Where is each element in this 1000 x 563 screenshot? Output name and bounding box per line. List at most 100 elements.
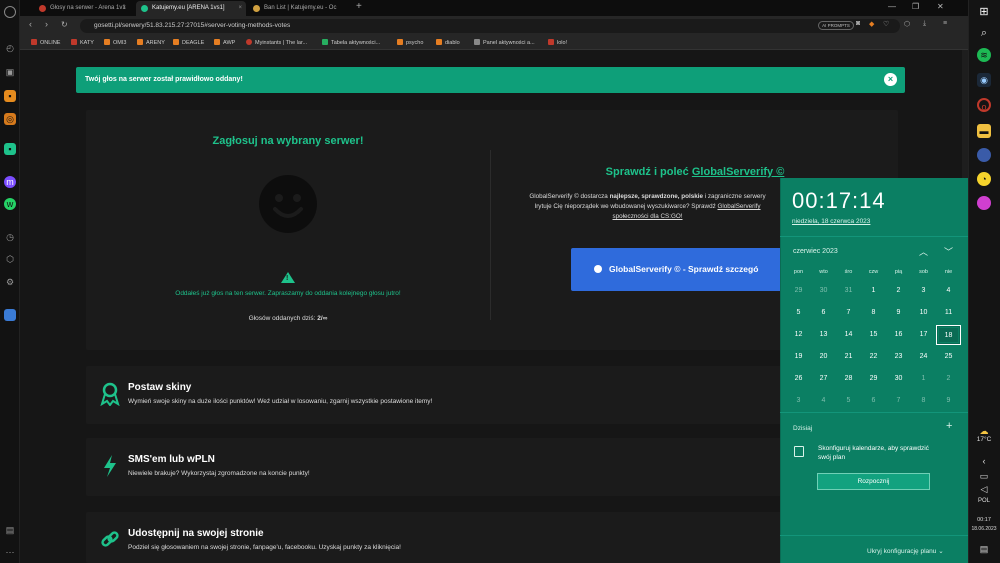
calendar-day[interactable]: 24 [911,347,936,367]
wallet-icon[interactable]: ▣ [4,66,16,78]
file-explorer-icon[interactable]: ▬ [977,124,991,138]
bookmark-item[interactable]: AWP [214,39,235,46]
steam-icon[interactable]: ◉ [977,73,991,87]
snapchat-icon[interactable]: ◔ [977,172,991,186]
instagram-icon[interactable]: ◎ [4,113,16,125]
more-icon[interactable]: ⋯ [4,546,16,558]
volume-icon[interactable]: ◁ [977,482,991,496]
bookmark-item[interactable]: KATY [71,39,94,46]
spotify-icon[interactable]: ≋ [977,48,991,62]
messenger-icon[interactable]: m [4,176,16,188]
chevron-up-icon[interactable]: ‹ [977,454,991,468]
menu-icon[interactable]: ≡ [943,20,947,27]
new-tab-button[interactable]: + [356,1,362,12]
calendar-day[interactable]: 10 [911,303,936,323]
bookmark-item[interactable]: ARENY [137,39,165,46]
chevron-down-icon[interactable]: ﹀ [944,245,953,258]
bookmark-item[interactable]: ONLINE [31,39,60,46]
calendar-day[interactable]: 23 [886,347,911,367]
feature-share[interactable]: Udostępnij na swojej stronie Podziel się… [86,512,898,563]
bookmark-item[interactable]: Myinstants | The lar... [246,39,307,46]
forward-icon[interactable]: › [45,19,48,29]
taskbar-clock-time[interactable]: 00:17 [968,517,1000,523]
close-window-icon[interactable]: ✕ [937,2,944,11]
calendar-month[interactable]: czerwiec 2023 [793,248,838,255]
app-icon[interactable] [4,309,16,321]
calendar-day[interactable]: 17 [911,325,936,345]
close-alert-icon[interactable]: × [884,73,897,86]
extensions-icon[interactable]: ⬡ [904,20,910,28]
start-button[interactable]: Rozpocznij [817,473,930,490]
tab-katujemy[interactable]: Katujemy.eu [ARENA 1vs1] × [136,1,246,16]
calendar-day[interactable]: 6 [811,303,836,323]
opera-gx-icon[interactable]: o [977,98,991,112]
bookmark-item[interactable]: lolo! [548,39,567,46]
bookmark-icon[interactable]: ♡ [883,20,889,28]
speed-dial-icon[interactable]: ◴ [4,42,16,54]
address-bar[interactable]: gosetti.pl/serwery/51.83.215.27:27015#se… [80,19,900,33]
minimize-icon[interactable]: — [888,2,896,11]
hide-plan-link[interactable]: Ukryj konfigurację planu ⌄ [867,547,944,555]
calendar-day[interactable]: 9 [886,303,911,323]
twitch-icon[interactable]: ▪ [4,90,16,102]
calendar-day[interactable]: 20 [811,347,836,367]
calendar-day[interactable]: 12 [786,325,811,345]
calendar-day[interactable]: 1 [911,369,936,389]
browser-logo-icon[interactable] [4,6,16,18]
calendar-day[interactable]: 2 [936,369,961,389]
extension-icon[interactable]: ▪ [4,143,16,155]
calendar-day[interactable]: 29 [861,369,886,389]
network-icon[interactable]: ▭ [977,469,991,483]
notifications-icon[interactable]: ▤ [977,542,991,556]
gallery-icon[interactable]: ▤ [4,524,16,536]
bookmark-item[interactable]: Panel aktywności a... [474,39,535,46]
globalserverify-desc-link[interactable]: GlobalServerify [718,203,761,210]
calendar-day[interactable]: 5 [836,391,861,411]
close-tab-icon[interactable]: × [238,1,242,16]
calendar-day[interactable]: 14 [836,325,861,345]
bookmark-item[interactable]: Tabela aktywności... [322,39,380,46]
calendar-day[interactable]: 8 [861,303,886,323]
calendar-day[interactable]: 5 [786,303,811,323]
maximize-icon[interactable]: ❐ [912,2,919,11]
calendar-day[interactable]: 3 [786,391,811,411]
calendar-date-link[interactable]: niedziela, 18 czerwca 2023 [792,218,870,225]
weather-temp[interactable]: 17°C [968,436,1000,443]
calendar-day[interactable]: 16 [886,325,911,345]
calendar-day[interactable]: 7 [886,391,911,411]
settings-icon[interactable]: ⚙ [4,276,16,288]
language-indicator[interactable]: POL [968,498,1000,504]
add-event-icon[interactable]: + [946,420,952,432]
camera-icon[interactable]: ◙ [856,20,860,27]
calendar-day[interactable]: 13 [811,325,836,345]
calendar-day[interactable]: 9 [936,391,961,411]
download-icon[interactable]: ⤓ [923,20,926,28]
reload-icon[interactable]: ↻ [61,20,68,29]
calendar-day[interactable]: 15 [861,325,886,345]
bookmark-item[interactable]: OMI3 [104,39,126,46]
app-icon-2[interactable] [977,196,991,210]
tab-banlist[interactable]: Ban List | Katujemy.eu - Oc [248,1,352,16]
chevron-up-icon[interactable]: ︿ [919,245,928,258]
search-icon[interactable]: ⌕ [977,26,991,40]
calendar-day[interactable]: 30 [886,369,911,389]
calendar-day[interactable]: 1 [861,281,886,301]
calendar-day[interactable]: 7 [836,303,861,323]
calendar-day[interactable]: 21 [836,347,861,367]
calendar-day[interactable]: 28 [836,369,861,389]
calendar-day[interactable]: 27 [811,369,836,389]
feature-sms[interactable]: SMS'em lub wPLN Niewiele brakuje? Wykorz… [86,438,898,496]
close-tab-icon[interactable]: × [122,1,126,16]
globalserverify-button[interactable]: GlobalServerify © - Sprawdź szczegó [571,248,791,291]
windows-start-icon[interactable]: ⊞ [977,5,991,19]
globalserverify-link[interactable]: GlobalServerify © [692,166,784,178]
history-icon[interactable]: ◷ [4,231,16,243]
calendar-day[interactable]: 6 [861,391,886,411]
app-icon[interactable] [977,148,991,162]
calendar-day-today[interactable]: 18 [936,325,961,345]
shield-icon[interactable]: ◆ [869,20,874,28]
calendar-day[interactable]: 22 [861,347,886,367]
calendar-day[interactable]: 4 [936,281,961,301]
calendar-day[interactable]: 31 [836,281,861,301]
ai-prompts-button[interactable]: AI PROMPTS [818,21,854,30]
